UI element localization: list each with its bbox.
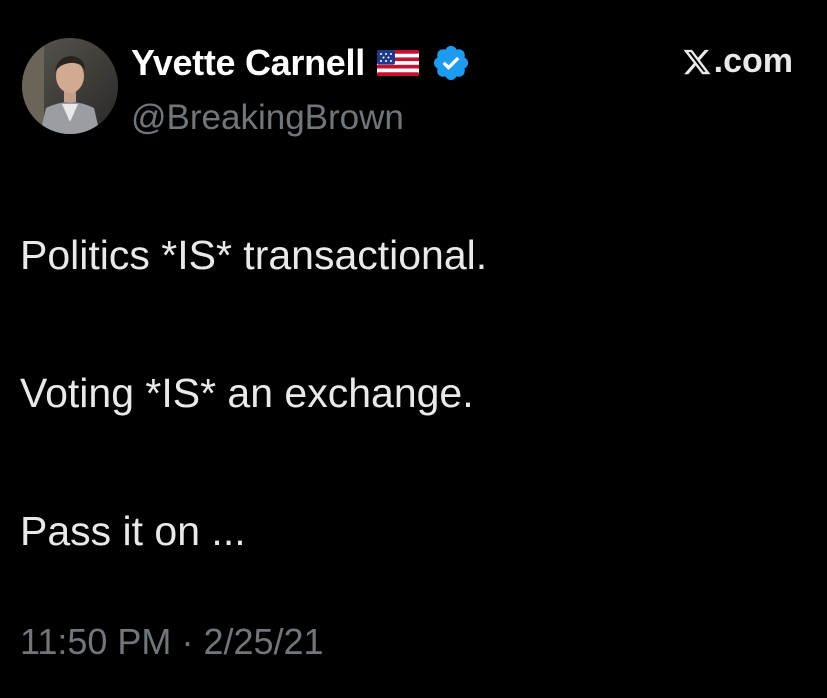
tweet-text-line-2: Voting *IS* an exchange. <box>20 370 474 416</box>
display-name[interactable]: Yvette Carnell <box>131 42 365 84</box>
tweet-time: 11:50 PM <box>20 621 172 662</box>
brand-domain-text: .com <box>713 42 793 80</box>
verified-badge-icon[interactable] <box>431 43 471 83</box>
tweet-text-line-3: Pass it on ... <box>20 508 246 554</box>
us-flag-icon <box>376 48 419 78</box>
tweet-card: Yvette Carnell @BreakingBrown .com Polit… <box>0 0 827 698</box>
x-brand: .com <box>682 42 793 81</box>
tweet-timestamp[interactable]: 11:50 PM · 2/25/21 <box>20 621 324 663</box>
tweet-text-line-1: Politics *IS* transactional. <box>20 232 488 278</box>
x-logo-icon <box>682 47 712 77</box>
avatar-image <box>22 38 118 134</box>
author-name-row: Yvette Carnell <box>131 40 471 86</box>
avatar[interactable] <box>22 38 118 134</box>
timestamp-separator: · <box>181 621 194 662</box>
tweet-date: 2/25/21 <box>203 621 324 662</box>
author-handle[interactable]: @BreakingBrown <box>131 98 404 138</box>
